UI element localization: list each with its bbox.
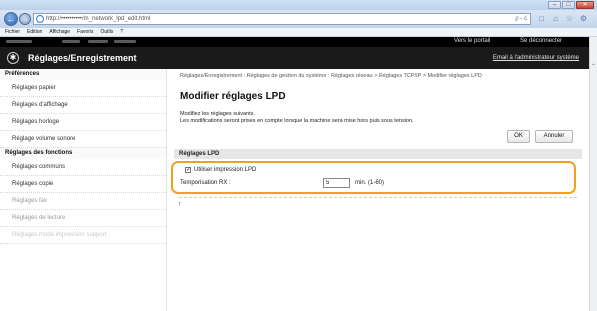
- menu-favorites[interactable]: Favoris: [77, 28, 93, 36]
- redacted-text: [114, 40, 136, 43]
- url-text: http://••••••••••/m_network_lpd_edit.htm…: [46, 16, 151, 22]
- redacted-text: [62, 40, 80, 43]
- logout-link[interactable]: Se déconnecter: [520, 38, 562, 44]
- sidebar-item-paper[interactable]: Réglages papier: [0, 80, 166, 97]
- description-line-1: Modifiez les réglages suivants.: [180, 111, 255, 117]
- description: Modifiez les réglages suivants. Les modi…: [180, 111, 414, 125]
- main-content: Réglages/Enregistrement : Réglages de ge…: [167, 69, 589, 311]
- sidebar-heading-preferences: Préférences: [0, 69, 166, 80]
- menu-edit[interactable]: Edition: [27, 28, 42, 36]
- settings-cog-icon: ✱: [7, 52, 19, 64]
- timeout-label: Temporisation RX :: [180, 180, 231, 186]
- settings-gear-icon[interactable]: ⚙: [578, 13, 589, 24]
- sidebar-item-media-print[interactable]: Réglages mode impression support: [0, 227, 166, 244]
- web-page: Vers le portail Se déconnecter ✱ Réglage…: [0, 37, 589, 311]
- breadcrumb: Réglages/Enregistrement : Réglages de ge…: [180, 73, 482, 79]
- scroll-up-arrow-icon[interactable]: ⌃: [591, 63, 596, 70]
- close-button[interactable]: ✕: [576, 1, 594, 9]
- redacted-text: [6, 40, 32, 43]
- url-tools[interactable]: ρ - ć: [515, 14, 527, 24]
- sidebar-item-fax[interactable]: Réglages fax: [0, 193, 166, 210]
- minimize-button[interactable]: –: [548, 1, 561, 9]
- top-band: Vers le portail Se déconnecter: [0, 37, 589, 47]
- home-icon[interactable]: ⌂: [550, 13, 561, 24]
- sidebar-item-clock[interactable]: Réglages horloge: [0, 114, 166, 131]
- use-lpd-row: ✓ Utiliser impression LPD: [185, 167, 256, 173]
- page-section-title: Réglages/Enregistrement: [28, 53, 137, 63]
- portal-link[interactable]: Vers le portail: [454, 38, 490, 44]
- divider: [179, 197, 577, 198]
- sidebar-item-display[interactable]: Réglages d'affichage: [0, 97, 166, 114]
- menu-view[interactable]: Affichage: [49, 28, 70, 36]
- ok-button[interactable]: OK: [507, 130, 530, 143]
- browser-menu-bar: Fichier Edition Affichage Favoris Outils…: [0, 28, 597, 37]
- sidebar-item-copy[interactable]: Réglages copie: [0, 176, 166, 193]
- email-admin-link[interactable]: Email à l'administrateur système: [493, 55, 579, 61]
- menu-help[interactable]: ?: [120, 28, 123, 36]
- header-bar: ✱ Réglages/Enregistrement Email à l'admi…: [0, 47, 589, 69]
- tab-icon[interactable]: □: [536, 13, 547, 24]
- page-title: Modifier réglages LPD: [180, 91, 286, 102]
- cancel-button[interactable]: Annuler: [535, 130, 573, 143]
- window-title-bar: – □ ✕: [0, 0, 597, 10]
- ie-logo-icon: [36, 15, 44, 23]
- back-to-top-icon[interactable]: ↑: [178, 201, 182, 208]
- favorites-star-icon[interactable]: ☆: [564, 13, 575, 24]
- window-controls: – □ ✕: [548, 1, 594, 9]
- url-bar[interactable]: http://••••••••••/m_network_lpd_edit.htm…: [33, 13, 531, 25]
- redacted-text: [88, 40, 108, 43]
- description-line-2: Les modifications seront prises en compt…: [180, 118, 414, 124]
- address-toolbar: ← → http://••••••••••/m_network_lpd_edit…: [0, 10, 597, 28]
- timeout-input[interactable]: [323, 178, 350, 188]
- sidebar-heading-functions: Réglages des fonctions: [0, 148, 166, 159]
- sidebar: Préférences Réglages papier Réglages d'a…: [0, 69, 167, 311]
- timeout-unit: min. (1-60): [355, 180, 385, 186]
- maximize-button[interactable]: □: [562, 1, 575, 9]
- use-lpd-checkbox[interactable]: ✓: [185, 167, 191, 173]
- sidebar-item-volume[interactable]: Réglage volume sonore: [0, 131, 166, 148]
- sidebar-item-scan[interactable]: Réglages de lecture: [0, 210, 166, 227]
- highlight-outline: [171, 161, 576, 194]
- use-lpd-label: Utiliser impression LPD: [194, 167, 257, 173]
- menu-file[interactable]: Fichier: [5, 28, 20, 36]
- back-arrow-icon[interactable]: ←: [4, 12, 18, 26]
- section-header-lpd: Réglages LPD: [174, 149, 582, 159]
- sidebar-item-common[interactable]: Réglages communs: [0, 159, 166, 176]
- menu-tools[interactable]: Outils: [100, 28, 113, 36]
- forward-arrow-icon[interactable]: →: [19, 13, 31, 25]
- vertical-scrollbar[interactable]: ⌃: [589, 37, 597, 311]
